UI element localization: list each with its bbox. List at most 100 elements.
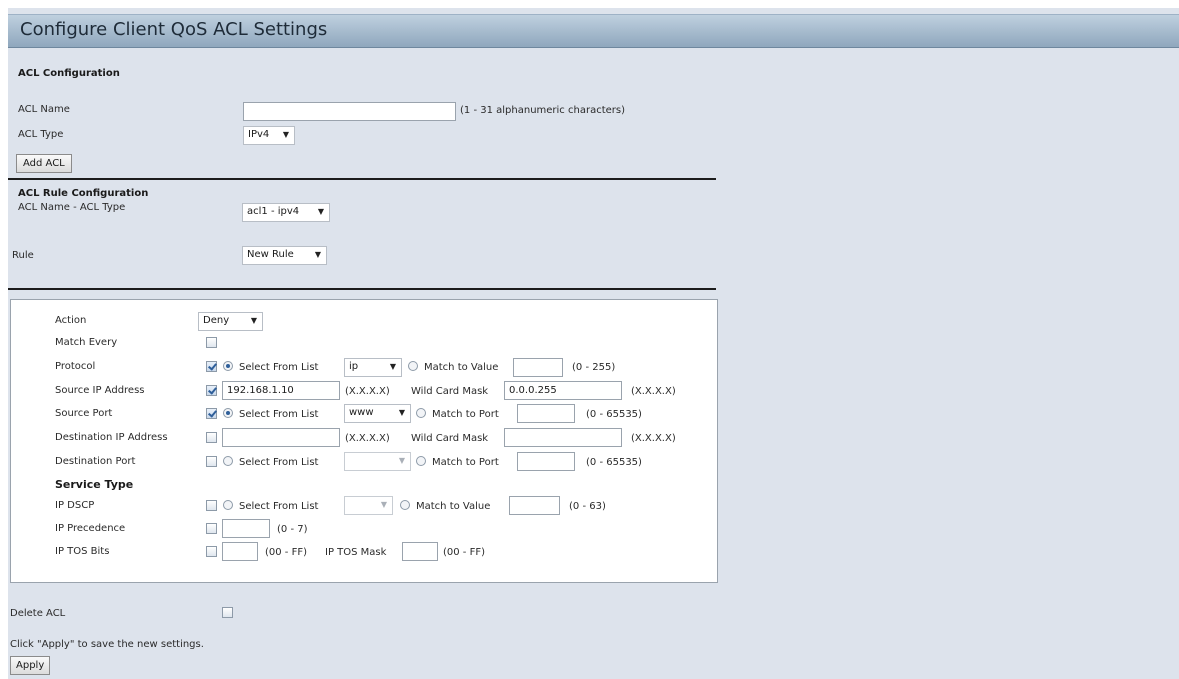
acl-name-type-value: acl1 - ipv4 [247, 206, 300, 217]
source-ip-label: Source IP Address [55, 385, 145, 396]
source-port-match-label: Match to Port [432, 409, 499, 420]
source-ip-format: (X.X.X.X) [345, 386, 390, 397]
chevron-down-icon: ▼ [398, 456, 405, 465]
dest-mask-input[interactable] [504, 428, 622, 447]
source-port-select-value: www [349, 407, 374, 418]
source-port-checkbox[interactable] [206, 408, 217, 419]
ip-dscp-value-radio[interactable] [400, 500, 410, 510]
dest-port-value-radio[interactable] [416, 456, 426, 466]
chevron-down-icon: ▼ [314, 250, 321, 259]
service-type-heading: Service Type [55, 478, 134, 491]
ip-precedence-label: IP Precedence [55, 523, 126, 534]
apply-button[interactable]: Apply [10, 656, 51, 675]
source-mask-label: Wild Card Mask [411, 386, 489, 397]
protocol-select-label: Select From List [239, 362, 319, 373]
source-port-list-radio[interactable] [223, 408, 233, 418]
source-ip-checkbox[interactable] [206, 385, 217, 396]
apply-note: Click "Apply" to save the new settings. [10, 639, 204, 650]
dest-ip-format: (X.X.X.X) [345, 433, 390, 444]
acl-name-type-select[interactable]: acl1 - ipv4 ▼ [242, 203, 330, 222]
acl-name-type-label: ACL Name - ACL Type [18, 202, 126, 213]
ip-dscp-select[interactable]: ▼ [344, 496, 393, 515]
page: Configure Client QoS ACL Settings ACL Co… [8, 8, 1179, 679]
ip-dscp-label: IP DSCP [55, 500, 95, 511]
source-port-select[interactable]: www ▼ [344, 404, 411, 423]
rule-select[interactable]: New Rule ▼ [242, 246, 327, 265]
ip-dscp-checkbox[interactable] [206, 500, 217, 511]
ip-dscp-select-label: Select From List [239, 501, 319, 512]
delete-acl-label: Delete ACL [10, 608, 66, 619]
ip-tos-checkbox[interactable] [206, 546, 217, 557]
protocol-label: Protocol [55, 361, 96, 372]
rule-panel: Action Deny ▼ Match Every Protocol Selec… [10, 299, 718, 583]
protocol-match-label: Match to Value [424, 362, 499, 373]
action-select[interactable]: Deny ▼ [198, 312, 263, 331]
ip-tos-mask-input[interactable] [402, 542, 438, 561]
acl-type-value: IPv4 [248, 129, 270, 140]
protocol-checkbox[interactable] [206, 361, 217, 372]
acl-type-select[interactable]: IPv4 ▼ [243, 126, 295, 145]
dest-mask-label: Wild Card Mask [411, 433, 489, 444]
chevron-down-icon: ▼ [317, 207, 324, 216]
dest-port-checkbox[interactable] [206, 456, 217, 467]
source-port-match-input[interactable] [517, 404, 575, 423]
source-mask-format: (X.X.X.X) [631, 386, 676, 397]
acl-name-hint: (1 - 31 alphanumeric characters) [460, 105, 625, 116]
acl-config-heading: ACL Configuration [18, 68, 120, 79]
source-port-value-radio[interactable] [416, 408, 426, 418]
ip-dscp-match-label: Match to Value [416, 501, 491, 512]
delete-acl-checkbox[interactable] [222, 607, 233, 618]
rule-value: New Rule [247, 249, 294, 260]
ip-dscp-range: (0 - 63) [569, 501, 606, 512]
dest-port-list-radio[interactable] [223, 456, 233, 466]
divider [8, 288, 716, 290]
dest-port-select[interactable]: ▼ [344, 452, 411, 471]
source-port-select-label: Select From List [239, 409, 319, 420]
source-mask-input[interactable] [504, 381, 622, 400]
chevron-down-icon: ▼ [380, 500, 387, 509]
action-label: Action [55, 315, 87, 326]
dest-ip-checkbox[interactable] [206, 432, 217, 443]
protocol-select[interactable]: ip ▼ [344, 358, 402, 377]
rule-config-heading: ACL Rule Configuration [18, 188, 149, 199]
page-title: Configure Client QoS ACL Settings [20, 19, 328, 40]
acl-name-label: ACL Name [18, 104, 70, 115]
chevron-down-icon: ▼ [398, 408, 405, 417]
divider [8, 178, 716, 180]
protocol-match-input[interactable] [513, 358, 563, 377]
chevron-down-icon: ▼ [282, 130, 289, 139]
acl-type-label: ACL Type [18, 129, 64, 140]
ip-precedence-range: (0 - 7) [277, 524, 308, 535]
chevron-down-icon: ▼ [250, 316, 257, 325]
protocol-value-radio[interactable] [408, 361, 418, 371]
dest-ip-label: Destination IP Address [55, 432, 168, 443]
ip-tos-mask-range: (00 - FF) [443, 547, 485, 558]
action-value: Deny [203, 315, 230, 326]
dest-mask-format: (X.X.X.X) [631, 433, 676, 444]
dest-port-range: (0 - 65535) [586, 457, 642, 468]
dest-ip-input[interactable] [222, 428, 340, 447]
chevron-down-icon: ▼ [389, 362, 396, 371]
source-ip-input[interactable] [222, 381, 340, 400]
dest-port-label: Destination Port [55, 456, 136, 467]
ip-precedence-checkbox[interactable] [206, 523, 217, 534]
source-port-range: (0 - 65535) [586, 409, 642, 420]
dest-port-match-label: Match to Port [432, 457, 499, 468]
match-every-label: Match Every [55, 337, 118, 348]
ip-tos-range: (00 - FF) [265, 547, 307, 558]
acl-name-input[interactable] [243, 102, 456, 121]
dest-port-match-input[interactable] [517, 452, 575, 471]
add-acl-button[interactable]: Add ACL [16, 154, 72, 173]
dest-port-select-label: Select From List [239, 457, 319, 468]
protocol-select-value: ip [349, 361, 359, 372]
title-bar: Configure Client QoS ACL Settings [8, 14, 1179, 48]
ip-tos-input[interactable] [222, 542, 258, 561]
source-port-label: Source Port [55, 408, 113, 419]
ip-precedence-input[interactable] [222, 519, 270, 538]
protocol-list-radio[interactable] [223, 361, 233, 371]
match-every-checkbox[interactable] [206, 337, 217, 348]
ip-dscp-list-radio[interactable] [223, 500, 233, 510]
ip-dscp-match-input[interactable] [509, 496, 560, 515]
protocol-range: (0 - 255) [572, 362, 616, 373]
ip-tos-label: IP TOS Bits [55, 546, 110, 557]
